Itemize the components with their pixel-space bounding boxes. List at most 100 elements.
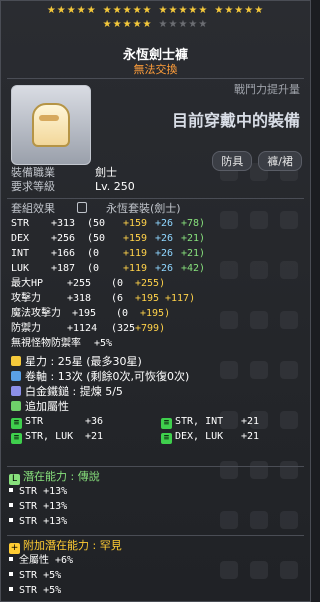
stat-row: 攻擊力 +318 (6 +195 +117) [11, 291, 302, 306]
star-icon [11, 356, 21, 366]
star-filled-icon: ★ [178, 5, 189, 16]
stat-star: +119 [123, 263, 148, 274]
star-empty-icon: ★ [188, 19, 199, 30]
potential-line: STR +13% [19, 501, 68, 512]
stat-flame: +78) [181, 218, 206, 229]
info-value: 劍士 [95, 166, 117, 179]
star-force-text: 星力 : 25星 (最多30星) [25, 355, 142, 368]
potential-section: L 潛在能力 : 傳說 STR +13% STR +13% STR +13% [9, 469, 100, 529]
hammer-icon [11, 386, 21, 396]
stat-base: (0 [87, 263, 100, 274]
stat-flame: +21) [181, 233, 206, 244]
item-tooltip-panel: ★★★★★ ★★★★★ ★★★★★ ★★★★★ ★★★★★ ★★★★★ 永恆劍士褲 無法… [0, 0, 311, 602]
star-filled-icon: ★ [244, 5, 255, 16]
stat-row: INT +166 (0 +119 +26 +21) [11, 246, 302, 261]
star-filled-icon: ★ [86, 5, 97, 16]
stat-row: LUK +187 (0 +119 +26 +42) [11, 261, 302, 276]
star-filled-icon: ★ [214, 5, 225, 16]
stat-flame: +21) [181, 248, 206, 259]
trade-status: 無法交換 [133, 63, 178, 76]
scroll-text: 卷軸 : 13次 (剩餘0次,可恢復0次) [25, 370, 190, 383]
star-filled-icon: ★ [112, 19, 123, 30]
info-value: Lv. 250 [95, 180, 135, 193]
flame-icon: ≡ [161, 418, 172, 429]
stat-base: (50 [87, 218, 106, 229]
star-row-top: ★★★★★ ★★★★★ ★★★★★ ★★★★★ [1, 5, 310, 16]
stat-base: (50 [87, 233, 106, 244]
star-filled-icon: ★ [132, 19, 143, 30]
star-filled-icon: ★ [224, 5, 235, 16]
currently-equipped-label: 目前穿戴中的裝備 [171, 111, 300, 130]
flame-icon: ≡ [11, 418, 22, 429]
star-group: ★★★★★ [47, 5, 97, 16]
star-filled-icon: ★ [254, 5, 265, 16]
potential-line: STR +13% [19, 516, 68, 527]
attr-value: +36 [85, 416, 104, 427]
stat-row: 最大HP +255 (0 +255) [11, 276, 302, 291]
tag-pants: 褲/裙 [258, 151, 302, 171]
stat-total: +5% [94, 338, 113, 349]
bonus-potential-section: + 附加潛在能力 : 罕見 全屬性 +6% STR +5% STR +5% [9, 538, 122, 598]
info-key: 要求等級 [11, 180, 55, 193]
star-filled-icon: ★ [112, 5, 123, 16]
stat-name: 無視怪物防禦率 [11, 338, 81, 349]
stat-detail: (0 [116, 308, 129, 319]
stat-pot: +26 [155, 233, 174, 244]
stat-detail: +255) [135, 278, 166, 289]
potential-title: 潛在能力 : 傳說 [23, 470, 100, 483]
star-group: ★★★★★ [159, 19, 209, 30]
stat-name: LUK [11, 263, 30, 274]
stat-detail: (325 [111, 323, 136, 334]
stat-total: +318 [67, 293, 92, 304]
stat-total: +256 [51, 233, 76, 244]
stat-detail: +117) [165, 293, 196, 304]
stat-detail: +195) [140, 308, 171, 319]
scroll-icon [11, 371, 21, 381]
attr-label: STR, INT [175, 416, 224, 427]
stat-base: (0 [87, 248, 100, 259]
attr-value: +21 [241, 416, 260, 427]
lock-icon [76, 202, 87, 213]
divider [7, 466, 304, 467]
stat-name: INT [11, 248, 30, 259]
star-filled-icon: ★ [234, 5, 245, 16]
additional-attributes: ≡ STR +36 ≡ STR, INT +21 ≡ STR, LUK +21 ≡ DEX, … [11, 414, 302, 444]
attr-label: STR, LUK [25, 431, 74, 442]
potential-line: STR +13% [19, 486, 68, 497]
stat-total: +195 [72, 308, 97, 319]
star-group: ★★★★★ [103, 19, 153, 30]
stat-total: +255 [67, 278, 92, 289]
stat-star: +159 [123, 233, 148, 244]
stat-name: 魔法攻擊力 [11, 308, 61, 319]
stat-row: DEX +256 (50 +159 +26 +21) [11, 231, 302, 246]
flame-icon: ≡ [161, 433, 172, 444]
stat-total: +166 [51, 248, 76, 259]
star-filled-icon: ★ [56, 5, 67, 16]
star-filled-icon: ★ [122, 19, 133, 30]
stat-total: +187 [51, 263, 76, 274]
attr-label: STR [25, 416, 44, 427]
attr-value: +21 [85, 431, 104, 442]
stat-name: 攻擊力 [11, 293, 41, 304]
stat-total: +1124 [67, 323, 98, 334]
stat-star: +159 [123, 218, 148, 229]
stat-name: 防禦力 [11, 323, 41, 334]
star-filled-icon: ★ [198, 5, 209, 16]
star-empty-icon: ★ [168, 19, 179, 30]
stat-detail: +195 [135, 293, 160, 304]
star-filled-icon: ★ [66, 5, 77, 16]
stat-row: 無視怪物防禦率 +5% [11, 336, 302, 351]
bonus-potential-line: STR +5% [19, 570, 62, 581]
tag-armor: 防具 [212, 151, 253, 171]
enhancement-section: 星力 : 25星 (最多30星) 卷軸 : 13次 (剩餘0次,可恢復0次) 白… [11, 354, 302, 414]
stat-name: STR [11, 218, 30, 229]
stat-name: 最大HP [11, 278, 44, 289]
stat-name: DEX [11, 233, 30, 244]
leaf-icon [11, 401, 21, 411]
bonus-potential-line: 全屬性 +6% [19, 555, 74, 566]
power-increase-label: 戰鬥力提升量 [234, 83, 300, 96]
pants-icon [32, 103, 70, 147]
bonus-potential-title: 附加潛在能力 : 罕見 [23, 539, 122, 552]
flame-icon: ≡ [11, 433, 22, 444]
stat-detail: +799) [135, 323, 166, 334]
